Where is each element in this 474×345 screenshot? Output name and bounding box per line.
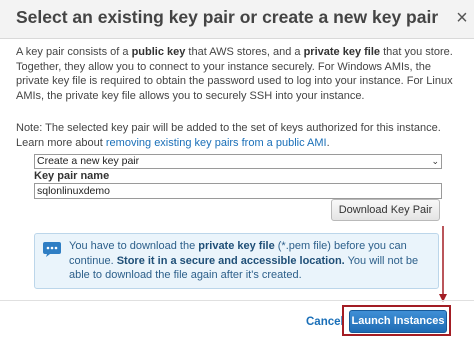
key-pair-dialog: Select an existing key pair or create a … [0,0,474,345]
desc-text-1: A key pair consists of a [16,46,132,58]
desc-text-2: that AWS stores, and a [185,46,304,58]
dialog-header: Select an existing key pair or create a … [0,0,474,39]
select-value: Create a new key pair [37,155,140,167]
key-pair-name-input[interactable]: sqlonlinuxdemo [34,183,442,199]
key-pair-option-select[interactable]: Create a new key pair ⌄ [34,154,442,169]
desc-bold-public-key: public key [131,46,186,58]
note-text: Note: The selected key pair will be adde… [16,121,464,150]
dialog-title: Select an existing key pair or create a … [16,7,439,27]
info-message-box: You have to download the private key fil… [34,233,439,289]
desc-bold-private-key: private key file [303,46,381,58]
close-icon[interactable]: × [452,7,472,29]
download-key-pair-button[interactable]: Download Key Pair [331,199,440,221]
info-text-1: You have to download the [69,240,199,252]
note-end: . [326,136,330,149]
footer-divider [0,300,474,301]
chevron-down-icon: ⌄ [431,156,439,166]
chat-bubble-info-icon [43,242,61,257]
remove-key-pairs-link[interactable]: removing existing key pairs from a publi… [106,137,327,149]
key-pair-description: A key pair consists of a public key that… [16,45,461,103]
info-bold-private-key: private key file [198,240,275,252]
key-pair-name-label: Key pair name [34,170,110,182]
launch-instances-button[interactable]: Launch Instances [349,310,447,333]
info-message-text: You have to download the private key fil… [69,239,431,283]
info-bold-store: Store it in a secure and accessible loca… [116,254,345,267]
cancel-button[interactable]: Cancel [306,316,344,328]
